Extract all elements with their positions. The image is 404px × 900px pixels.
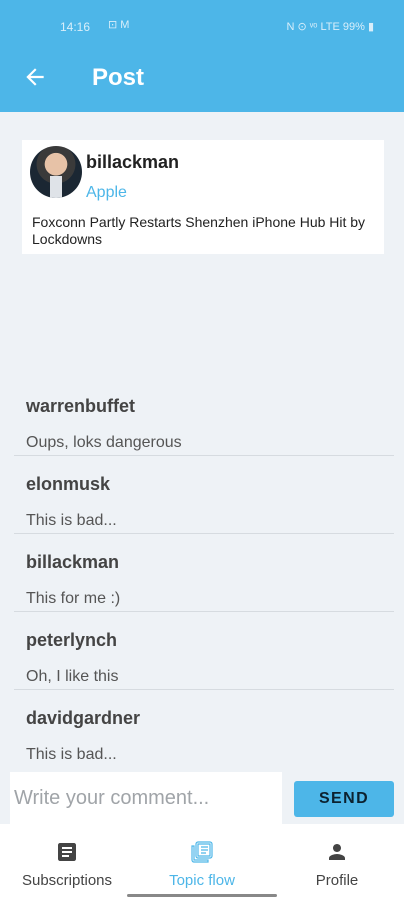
- send-button[interactable]: SEND: [294, 781, 394, 817]
- post-card[interactable]: billackman Apple Foxconn Partly Restarts…: [22, 140, 384, 254]
- comment-input[interactable]: [10, 772, 282, 824]
- person-icon: [329, 844, 345, 860]
- comment-text: This is bad...: [26, 746, 117, 763]
- comment-text: This is bad...: [26, 512, 117, 529]
- nav-label-topic-flow: Topic flow: [169, 872, 235, 889]
- nav-item-profile[interactable]: Profile: [270, 824, 404, 900]
- comment-item: peterlynch Oh, I like this: [14, 612, 394, 690]
- status-time: 14:16: [60, 20, 91, 34]
- nav-active-indicator: [127, 894, 277, 897]
- arrow-left-icon[interactable]: [22, 64, 48, 90]
- nav-label-profile: Profile: [315, 872, 359, 889]
- bottom-navigation: Subscriptions Topic flow Profile: [0, 824, 404, 900]
- comment-author[interactable]: elonmusk: [26, 474, 110, 495]
- comment-item: warrenbuffet Oups, loks dangerous: [14, 378, 394, 456]
- back-arrow-svg: [26, 68, 44, 86]
- nav-item-topic-flow[interactable]: Topic flow: [135, 824, 269, 900]
- nav-item-subscriptions[interactable]: Subscriptions: [0, 824, 134, 900]
- status-bar: 14:16 ⊡ M N ⊙ ᵛᵒ LTE 99% ▮: [0, 0, 404, 42]
- comment-text: This for me :): [26, 590, 121, 607]
- comment-text: Oh, I like this: [26, 668, 119, 685]
- collections-icon: [191, 841, 213, 863]
- status-notification-icons: ⊡ M: [108, 19, 130, 31]
- comment-item: davidgardner This is bad...: [14, 690, 394, 767]
- comment-author[interactable]: peterlynch: [26, 630, 117, 651]
- comment-composer: SEND: [0, 772, 404, 824]
- app-bar: Post: [0, 42, 404, 112]
- comment-item: elonmusk This is bad...: [14, 456, 394, 534]
- post-author[interactable]: billackman: [86, 152, 179, 173]
- avatar[interactable]: [30, 146, 82, 198]
- post-text: Foxconn Partly Restarts Shenzhen iPhone …: [32, 214, 366, 247]
- article-icon: [58, 843, 76, 861]
- comment-author[interactable]: warrenbuffet: [26, 396, 135, 417]
- page-title: Post: [92, 64, 145, 91]
- comment-item: billackman This for me :): [14, 534, 394, 612]
- comment-author[interactable]: davidgardner: [26, 708, 140, 729]
- comment-text: Oups, loks dangerous: [26, 434, 182, 451]
- comment-list: warrenbuffet Oups, loks dangerous elonmu…: [14, 378, 394, 767]
- post-topic[interactable]: Apple: [86, 184, 127, 202]
- nav-label-subscriptions: Subscriptions: [21, 872, 113, 889]
- comment-author[interactable]: billackman: [26, 552, 119, 573]
- status-system-icons: N ⊙ ᵛᵒ LTE 99% ▮: [286, 21, 374, 33]
